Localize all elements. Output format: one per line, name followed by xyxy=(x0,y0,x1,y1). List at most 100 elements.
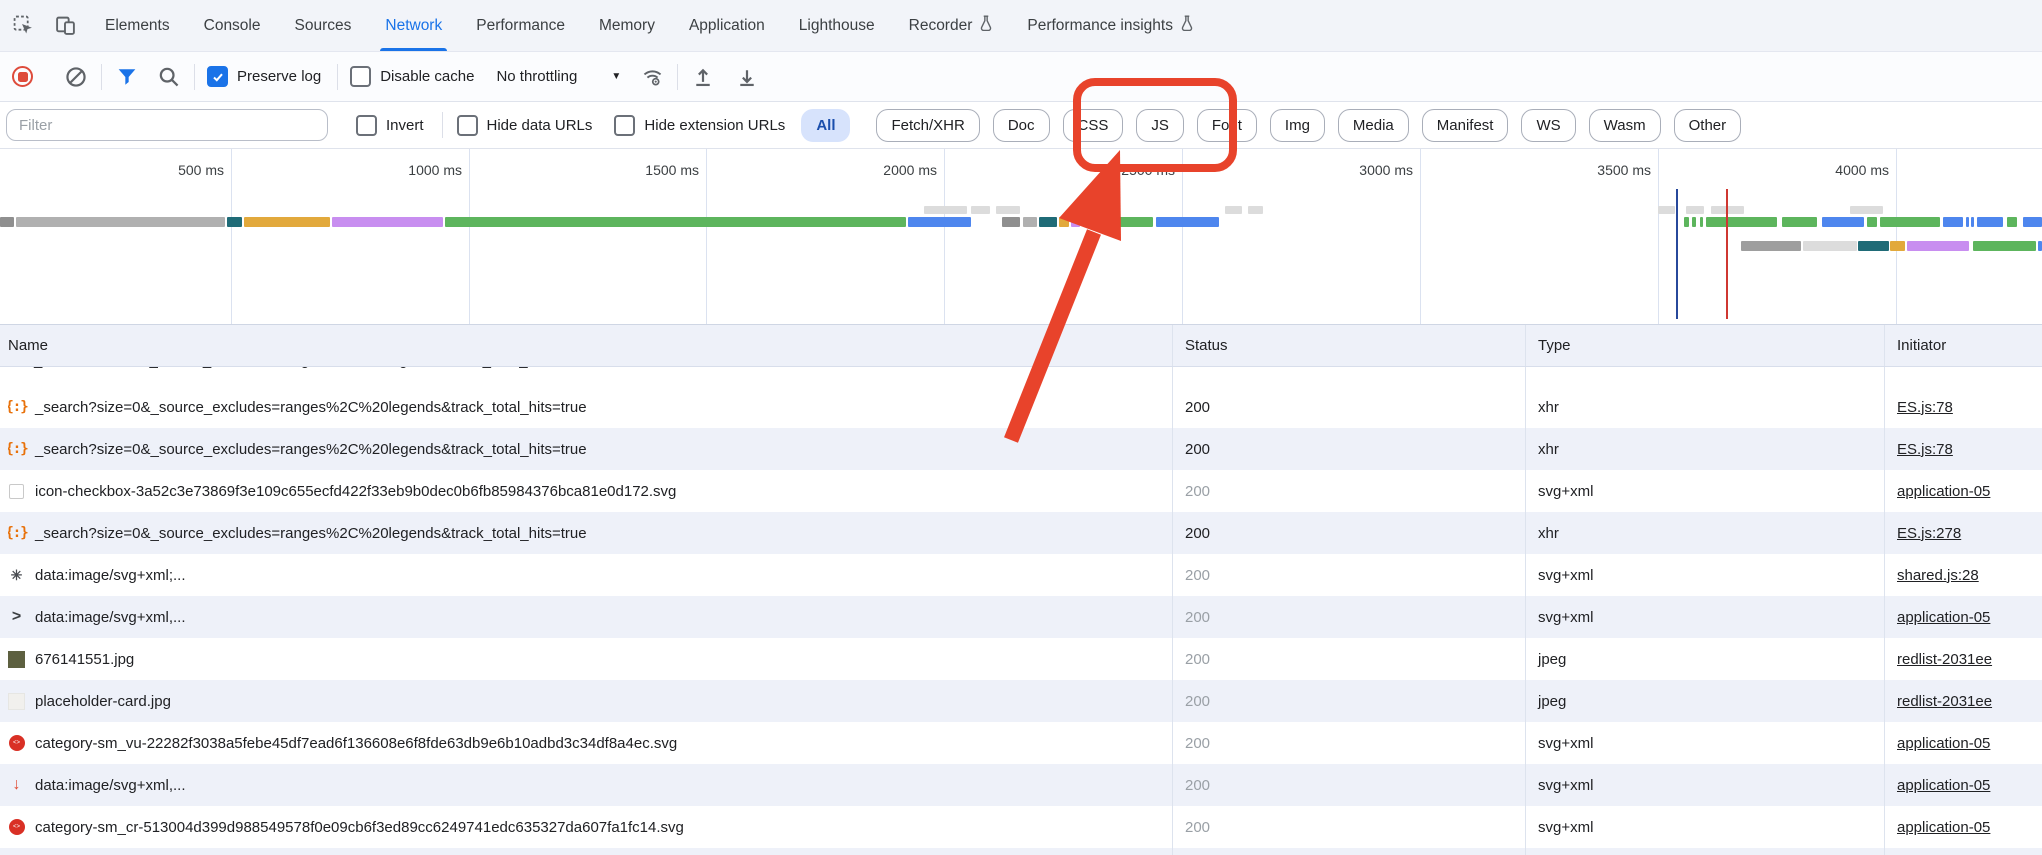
tab-label: Elements xyxy=(105,17,170,35)
tab-console[interactable]: Console xyxy=(187,0,278,51)
thumb-light-icon xyxy=(8,693,25,710)
flask-icon xyxy=(979,15,993,36)
waterfall-bar xyxy=(908,217,971,227)
network-request-row[interactable]: <>category-sm_vu-22282f3038a5febe45df7ea… xyxy=(0,722,2042,764)
tab-performance[interactable]: Performance xyxy=(459,0,582,51)
initiator-link[interactable]: ES.js:78 xyxy=(1897,399,1953,416)
filter-pill-img[interactable]: Img xyxy=(1270,109,1325,142)
waterfall-bar xyxy=(2007,217,2017,227)
import-har-icon[interactable] xyxy=(690,64,716,90)
badge-red-icon: <> xyxy=(8,735,25,751)
toggle-device-toolbar-icon[interactable] xyxy=(52,13,78,39)
filter-pill-other[interactable]: Other xyxy=(1674,109,1742,142)
waterfall-bar xyxy=(1023,217,1037,227)
tab-network[interactable]: Network xyxy=(368,0,459,51)
initiator-link[interactable]: ES.js:78 xyxy=(1897,441,1953,458)
column-header-status[interactable]: Status xyxy=(1172,325,1525,366)
initiator-link[interactable]: application-05 xyxy=(1897,483,1990,500)
chevron-icon: > xyxy=(8,608,25,626)
disable-cache-checkbox[interactable] xyxy=(350,66,371,87)
network-request-row[interactable]: 676141551.jpg200jpegredlist-2031ee xyxy=(0,638,2042,680)
tab-application[interactable]: Application xyxy=(672,0,782,51)
tab-memory[interactable]: Memory xyxy=(582,0,672,51)
timeline-tick-label: 2500 ms xyxy=(1121,162,1175,178)
filter-pill-media[interactable]: Media xyxy=(1338,109,1409,142)
filter-pill-js[interactable]: JS xyxy=(1136,109,1184,142)
tab-elements[interactable]: Elements xyxy=(88,0,187,51)
filter-pill-doc[interactable]: Doc xyxy=(993,109,1050,142)
status-cell: 200 xyxy=(1172,428,1525,470)
network-request-row[interactable]: placeholder-card.jpg200jpegredlist-2031e… xyxy=(0,680,2042,722)
hide-data-urls-checkbox[interactable] xyxy=(457,115,478,136)
network-request-row[interactable]: {:}_search?size=0&_source_excludes=range… xyxy=(0,512,2042,554)
request-name: data:image/svg+xml,... xyxy=(35,609,185,626)
network-toolbar: Preserve log Disable cache No throttling… xyxy=(0,52,2042,102)
request-name: _search?size=0&_source_excludes=ranges%2… xyxy=(35,525,587,542)
network-request-row[interactable]: {:}_search?size=0&_source_excludes=range… xyxy=(0,428,2042,470)
waterfall-bar xyxy=(1107,217,1153,227)
partially-scrolled-row[interactable]: _search?size=0&_source_excludes=ranges%2… xyxy=(0,367,2042,386)
filter-pill-fetch-xhr[interactable]: Fetch/XHR xyxy=(876,109,979,142)
timeline-tick-label: 2000 ms xyxy=(883,162,937,178)
record-network-log-button[interactable] xyxy=(12,66,33,87)
search-icon[interactable] xyxy=(156,64,182,90)
network-request-row[interactable]: icon-checkbox-3a52c3e73869f3e109c655ecfd… xyxy=(0,470,2042,512)
tab-recorder[interactable]: Recorder xyxy=(892,0,1011,51)
filter-pill-manifest[interactable]: Manifest xyxy=(1422,109,1509,142)
inspect-element-icon[interactable] xyxy=(10,13,36,39)
network-overview-timeline[interactable]: 500 ms1000 ms1500 ms2000 ms2500 ms3000 m… xyxy=(0,149,2042,325)
hide-extension-urls-checkbox[interactable] xyxy=(614,115,635,136)
requests-table-header: Name Status Type Initiator xyxy=(0,325,2042,367)
column-header-name[interactable]: Name xyxy=(0,325,1172,366)
clear-network-log-icon[interactable] xyxy=(63,64,89,90)
tab-sources[interactable]: Sources xyxy=(278,0,369,51)
thumb-dark-icon xyxy=(8,651,25,668)
filter-funnel-icon[interactable] xyxy=(114,64,140,90)
filter-pill-css[interactable]: CSS xyxy=(1063,109,1124,142)
initiator-link[interactable]: application-05 xyxy=(1897,609,1990,626)
filter-pill-ws[interactable]: WS xyxy=(1521,109,1575,142)
preserve-log-checkbox[interactable] xyxy=(207,66,228,87)
export-har-icon[interactable] xyxy=(734,64,760,90)
network-request-row[interactable]: >data:image/svg+xml,...200svg+xmlapplica… xyxy=(0,596,2042,638)
initiator-link[interactable]: shared.js:28 xyxy=(1897,567,1979,584)
waterfall-bar xyxy=(1156,217,1219,227)
column-header-initiator[interactable]: Initiator xyxy=(1884,325,2042,366)
preserve-log-label: Preserve log xyxy=(237,68,321,85)
type-cell: svg+xml xyxy=(1525,596,1884,638)
type-cell: jpeg xyxy=(1525,680,1884,722)
invert-checkbox[interactable] xyxy=(356,115,377,136)
network-request-row[interactable]: ↓data:image/svg+xml,...200svg+xmlapplica… xyxy=(0,764,2042,806)
tab-lighthouse[interactable]: Lighthouse xyxy=(782,0,892,51)
network-conditions-icon[interactable] xyxy=(639,64,665,90)
network-request-row[interactable]: ✳data:image/svg+xml;...200svg+xmlshared.… xyxy=(0,554,2042,596)
waterfall-bar xyxy=(1071,217,1080,227)
filter-pill-all[interactable]: All xyxy=(801,109,850,142)
filter-input[interactable] xyxy=(6,109,328,141)
waterfall-bar xyxy=(1692,217,1696,227)
chevron-down-icon[interactable]: ▼ xyxy=(611,71,621,82)
initiator-link[interactable]: application-05 xyxy=(1897,819,1990,836)
filter-pill-wasm[interactable]: Wasm xyxy=(1589,109,1661,142)
waterfall-bar xyxy=(1002,206,1020,214)
initiator-link[interactable]: application-05 xyxy=(1897,777,1990,794)
initiator-link[interactable]: redlist-2031ee xyxy=(1897,693,1992,710)
waterfall-bar xyxy=(1741,241,1801,251)
waterfall-bar xyxy=(445,217,906,227)
throttling-select[interactable]: No throttling xyxy=(496,68,577,85)
request-name: _search?size=0&_source_excludes=ranges%2… xyxy=(35,399,587,416)
timeline-gridline xyxy=(469,149,470,324)
column-header-type[interactable]: Type xyxy=(1525,325,1884,366)
request-name: 676141551.jpg xyxy=(35,651,134,668)
waterfall-bar xyxy=(1684,217,1689,227)
network-request-row[interactable]: <>category-sm_cr-513004d399d988549578f0e… xyxy=(0,806,2042,848)
initiator-link[interactable]: ES.js:278 xyxy=(1897,525,1961,542)
initiator-link[interactable]: application-05 xyxy=(1897,735,1990,752)
network-request-row[interactable]: {:}_search?size=0&_source_excludes=range… xyxy=(0,386,2042,428)
network-filter-bar: Invert Hide data URLs Hide extension URL… xyxy=(0,102,2042,149)
request-name: _search?size=0&_source_excludes=ranges%2… xyxy=(35,441,587,458)
filter-pill-font[interactable]: Font xyxy=(1197,109,1257,142)
tab-performance-insights[interactable]: Performance insights xyxy=(1010,0,1211,51)
timeline-tick-label: 1500 ms xyxy=(645,162,699,178)
initiator-link[interactable]: redlist-2031ee xyxy=(1897,651,1992,668)
